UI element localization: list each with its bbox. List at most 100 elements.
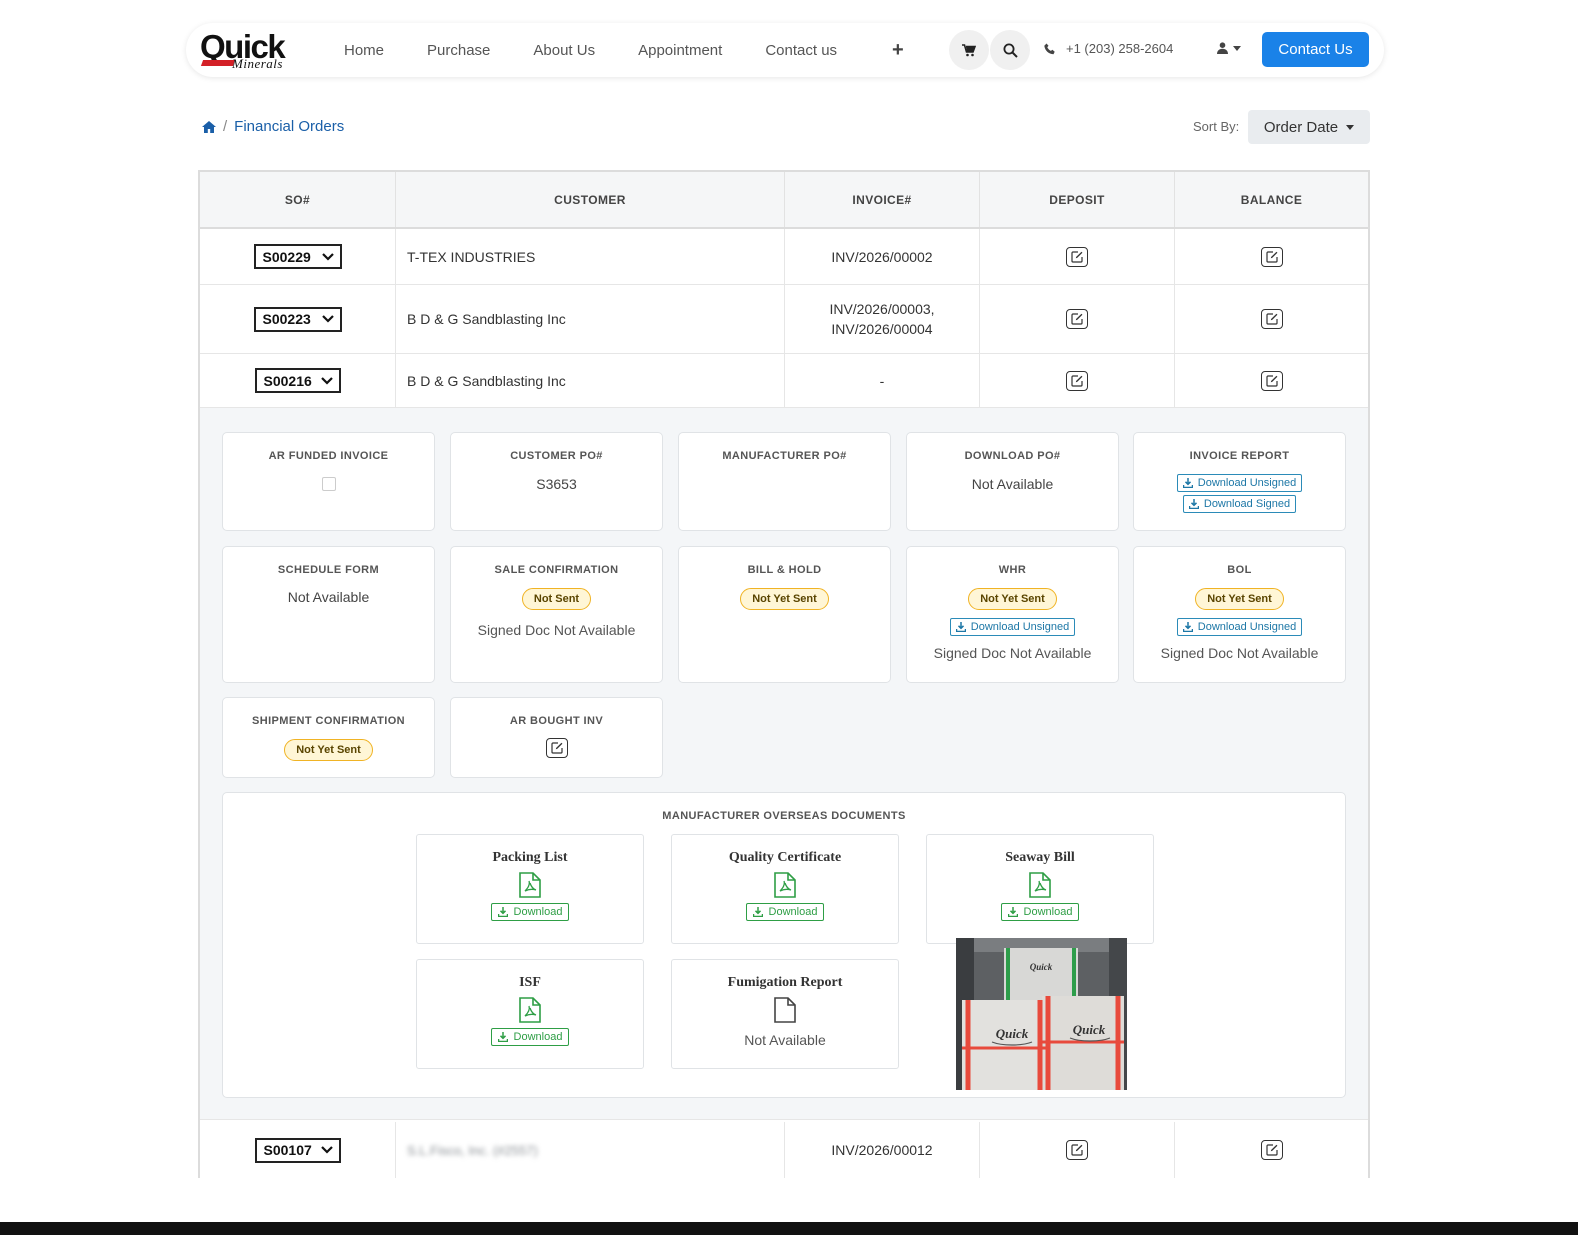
doc-title: Packing List (492, 850, 568, 865)
invoice-report-card: INVOICE REPORT Download Unsigned Downloa… (1133, 432, 1346, 531)
customer-cell: B D & G Sandblasting Inc (396, 354, 785, 407)
header-balance: BALANCE (1240, 192, 1303, 207)
invoice-cell: INV/2026/00002 (785, 229, 980, 284)
invoice-download-signed-button[interactable]: Download Signed (1182, 495, 1297, 513)
search-icon (1003, 43, 1018, 58)
nav-appointment[interactable]: Appointment (638, 42, 722, 59)
so-select[interactable]: S00223 (253, 306, 342, 332)
download-icon (1188, 499, 1199, 509)
balance-edit-icon[interactable] (1260, 309, 1283, 329)
download-button[interactable]: Download (490, 1028, 570, 1046)
status-badge: Not Yet Sent (284, 739, 373, 761)
sort-dropdown[interactable]: Order Date (1248, 110, 1370, 144)
sale-confirmation-card: SALE CONFIRMATION Not Sent Signed Doc No… (450, 546, 663, 683)
download-icon (752, 907, 763, 917)
invoice-cell: - (785, 354, 980, 407)
breadcrumb-separator: / (223, 118, 228, 135)
cart-button[interactable] (949, 30, 989, 70)
table-row: S00216 B D & G Sandblasting Inc - (200, 354, 1368, 408)
bol-card: BOL Not Yet Sent Download Unsigned Signe… (1133, 546, 1346, 683)
signed-doc-status: Signed Doc Not Available (1160, 645, 1319, 661)
ar-bought-card: AR BOUGHT INV (450, 697, 663, 778)
download-icon (1182, 478, 1193, 488)
user-dropdown[interactable] (1217, 42, 1241, 54)
ar-funded-checkbox[interactable] (321, 477, 336, 491)
card-title: SCHEDULE FORM (277, 564, 380, 576)
download-icon (497, 1032, 508, 1042)
brand-logo[interactable]: Quick Minerals (200, 30, 310, 72)
chevron-down-icon (1233, 45, 1241, 51)
footer-bar (0, 1222, 1578, 1235)
top-navbar: Quick Minerals Home Purchase About Us Ap… (186, 23, 1384, 77)
chevron-down-icon (321, 252, 334, 261)
logo-subtitle: Minerals (232, 56, 283, 71)
search-button[interactable] (990, 30, 1030, 70)
balance-edit-icon[interactable] (1260, 1140, 1283, 1160)
chevron-down-icon (320, 376, 333, 385)
deposit-edit-icon[interactable] (1066, 370, 1088, 391)
download-icon (1182, 622, 1193, 632)
nav-purchase[interactable]: Purchase (427, 42, 490, 59)
cart-icon (962, 43, 976, 56)
plus-icon[interactable]: + (892, 40, 904, 60)
card-title: AR FUNDED INVOICE (268, 450, 389, 462)
download-button[interactable]: Download (490, 903, 570, 921)
doc-fumigation-report: Fumigation Report Not Available (671, 959, 899, 1069)
doc-seaway-bill: Seaway Bill Download (926, 834, 1154, 944)
status-badge: Not Yet Sent (968, 588, 1057, 610)
manufacturer-overseas-documents: MANUFACTURER OVERSEAS DOCUMENTS Packing … (222, 792, 1346, 1098)
bulk-bags-image: Quick Quick Quick (956, 938, 1127, 1090)
whr-download-unsigned-button[interactable]: Download Unsigned (949, 618, 1076, 636)
download-button[interactable]: Download (745, 903, 825, 921)
so-select[interactable]: S00229 (253, 244, 342, 269)
ar-bought-edit-icon[interactable] (545, 738, 568, 758)
header-so: SO# (200, 172, 396, 227)
customer-cell: T-TEX INDUSTRIES (396, 229, 785, 284)
manufacturer-po-card: MANUFACTURER PO# (678, 432, 891, 531)
contact-us-button[interactable]: Contact Us (1262, 32, 1369, 67)
schedule-form-value: Not Available (287, 589, 370, 605)
status-badge: Not Yet Sent (1195, 588, 1284, 610)
phone-text: +1 (203) 258-2604 (1066, 41, 1174, 56)
chevron-down-icon (321, 315, 334, 323)
status-badge: Not Yet Sent (740, 588, 829, 610)
invoice-cell: INV/2026/00003, INV/2026/00004 (785, 285, 980, 353)
nav-about[interactable]: About Us (533, 42, 595, 59)
download-button[interactable]: Download (1000, 903, 1080, 921)
order-detail-panel: AR FUNDED INVOICE CUSTOMER PO# S3653 MAN… (200, 408, 1368, 1120)
table-row: S00223 B D & G Sandblasting Inc INV/2026… (200, 285, 1368, 354)
bol-download-unsigned-button[interactable]: Download Unsigned (1176, 618, 1303, 636)
nav-home[interactable]: Home (344, 42, 384, 59)
header-customer: CUSTOMER (396, 172, 785, 227)
caret-down-icon (1346, 124, 1355, 130)
bag-label: Quick (996, 1026, 1029, 1041)
so-select[interactable]: S00216 (254, 368, 341, 393)
phone-number[interactable]: +1 (203) 258-2604 (1044, 41, 1173, 56)
pdf-file-icon (519, 997, 541, 1023)
sort-label: Sort By: (1193, 119, 1240, 134)
deposit-edit-icon[interactable] (1066, 309, 1088, 329)
balance-edit-icon[interactable] (1260, 246, 1283, 267)
nav-links: Home Purchase About Us Appointment Conta… (344, 23, 880, 77)
section-title: MANUFACTURER OVERSEAS DOCUMENTS (662, 810, 906, 822)
status-badge: Not Sent (521, 588, 592, 610)
bill-hold-card: BILL & HOLD Not Yet Sent (678, 546, 891, 683)
breadcrumb-current[interactable]: Financial Orders (234, 118, 344, 135)
header-deposit: DEPOSIT (980, 172, 1175, 227)
whr-card: WHR Not Yet Sent Download Unsigned Signe… (906, 546, 1119, 683)
logo-red-bar (200, 60, 236, 66)
so-select[interactable]: S00107 (254, 1137, 341, 1163)
shipment-confirmation-card: SHIPMENT CONFIRMATION Not Yet Sent (222, 697, 435, 778)
pdf-file-icon (519, 872, 541, 898)
nav-contact[interactable]: Contact us (765, 42, 837, 59)
balance-edit-icon[interactable] (1260, 370, 1283, 391)
invoice-cell: INV/2026/00012 (785, 1122, 980, 1178)
signed-doc-status: Signed Doc Not Available (477, 622, 636, 638)
customer-po-card: CUSTOMER PO# S3653 (450, 432, 663, 531)
download-icon (1007, 907, 1018, 917)
invoice-download-unsigned-button[interactable]: Download Unsigned (1176, 474, 1303, 492)
pdf-file-icon (1029, 872, 1051, 898)
deposit-edit-icon[interactable] (1066, 1140, 1088, 1160)
home-icon[interactable] (202, 120, 216, 133)
deposit-edit-icon[interactable] (1066, 246, 1088, 267)
